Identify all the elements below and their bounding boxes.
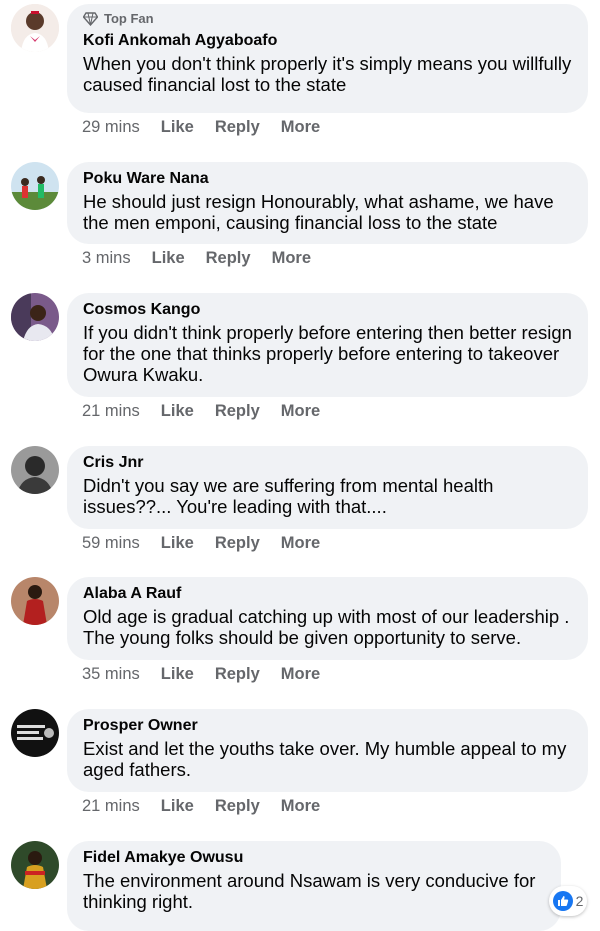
more-button[interactable]: More [281,402,320,421]
reply-button[interactable]: Reply [215,118,260,137]
comment-author[interactable]: Alaba A Rauf [83,584,572,603]
more-button[interactable]: More [272,249,311,268]
avatar[interactable] [11,841,59,889]
more-button[interactable]: More [281,665,320,684]
comment-text: The environment around Nsawam is very co… [83,870,536,912]
avatar[interactable] [11,4,59,52]
comment-time[interactable]: 21 mins [82,402,140,421]
reaction-summary[interactable]: 2 [549,886,587,916]
comment-bubble: Poku Ware Nana He should just resign Hon… [67,162,588,244]
comment-text: If you didn't think properly before ente… [83,322,572,385]
avatar[interactable] [11,162,59,210]
reply-button[interactable]: Reply [215,534,260,553]
like-button[interactable]: Like [161,665,194,684]
comment-time[interactable]: 21 mins [82,797,140,816]
comment-author[interactable]: Cosmos Kango [83,300,572,319]
avatar[interactable] [11,293,59,341]
comment-bubble: Fidel Amakye Owusu The environment aroun… [67,841,561,931]
comment-actions: 29 mins Like Reply More [82,118,341,137]
comment-time[interactable]: 29 mins [82,118,140,137]
comment-bubble: Prosper Owner Exist and let the youths t… [67,709,588,792]
more-button[interactable]: More [281,118,320,137]
comment-author[interactable]: Kofi Ankomah Agyaboafo [83,31,572,50]
reply-button[interactable]: Reply [215,665,260,684]
avatar[interactable] [11,446,59,494]
comment-actions: 21 mins Like Reply More [82,797,341,816]
comment-bubble: Cris Jnr Didn't you say we are suffering… [67,446,588,529]
comment-actions: 59 mins Like Reply More [82,534,341,553]
comment-bubble: Top Fan Kofi Ankomah Agyaboafo When you … [67,4,588,113]
avatar[interactable] [11,577,59,625]
more-button[interactable]: More [281,534,320,553]
comment-author[interactable]: Poku Ware Nana [83,169,572,188]
reply-button[interactable]: Reply [215,402,260,421]
reply-button[interactable]: Reply [215,797,260,816]
diamond-icon [83,12,98,26]
comment-text: Old age is gradual catching up with most… [83,606,570,648]
like-button[interactable]: Like [161,797,194,816]
thumbs-up-icon [552,891,573,911]
reaction-count: 2 [575,893,584,909]
more-button[interactable]: More [281,797,320,816]
comment-time[interactable]: 3 mins [82,249,131,268]
top-fan-badge: Top Fan [83,11,572,27]
comment-text: He should just resign Honourably, what a… [83,191,554,233]
comment-bubble: Alaba A Rauf Old age is gradual catching… [67,577,588,660]
comment-actions: 3 mins Like Reply More [82,249,332,268]
comment-actions: 35 mins Like Reply More [82,665,341,684]
comment-author[interactable]: Fidel Amakye Owusu [83,848,545,867]
comment-author[interactable]: Cris Jnr [83,453,572,472]
avatar[interactable] [11,709,59,757]
comment-actions: 21 mins Like Reply More [82,402,341,421]
reply-button[interactable]: Reply [206,249,251,268]
comment-text: Didn't you say we are suffering from men… [83,475,494,517]
comment-text: When you don't think properly it's simpl… [83,53,572,95]
comment-time[interactable]: 35 mins [82,665,140,684]
like-button[interactable]: Like [161,402,194,421]
like-button[interactable]: Like [152,249,185,268]
comment-time[interactable]: 59 mins [82,534,140,553]
comment-text: Exist and let the youths take over. My h… [83,738,567,780]
like-button[interactable]: Like [161,534,194,553]
badge-label: Top Fan [104,11,154,26]
like-button[interactable]: Like [161,118,194,137]
comment-bubble: Cosmos Kango If you didn't think properl… [67,293,588,397]
comment-author[interactable]: Prosper Owner [83,716,572,735]
